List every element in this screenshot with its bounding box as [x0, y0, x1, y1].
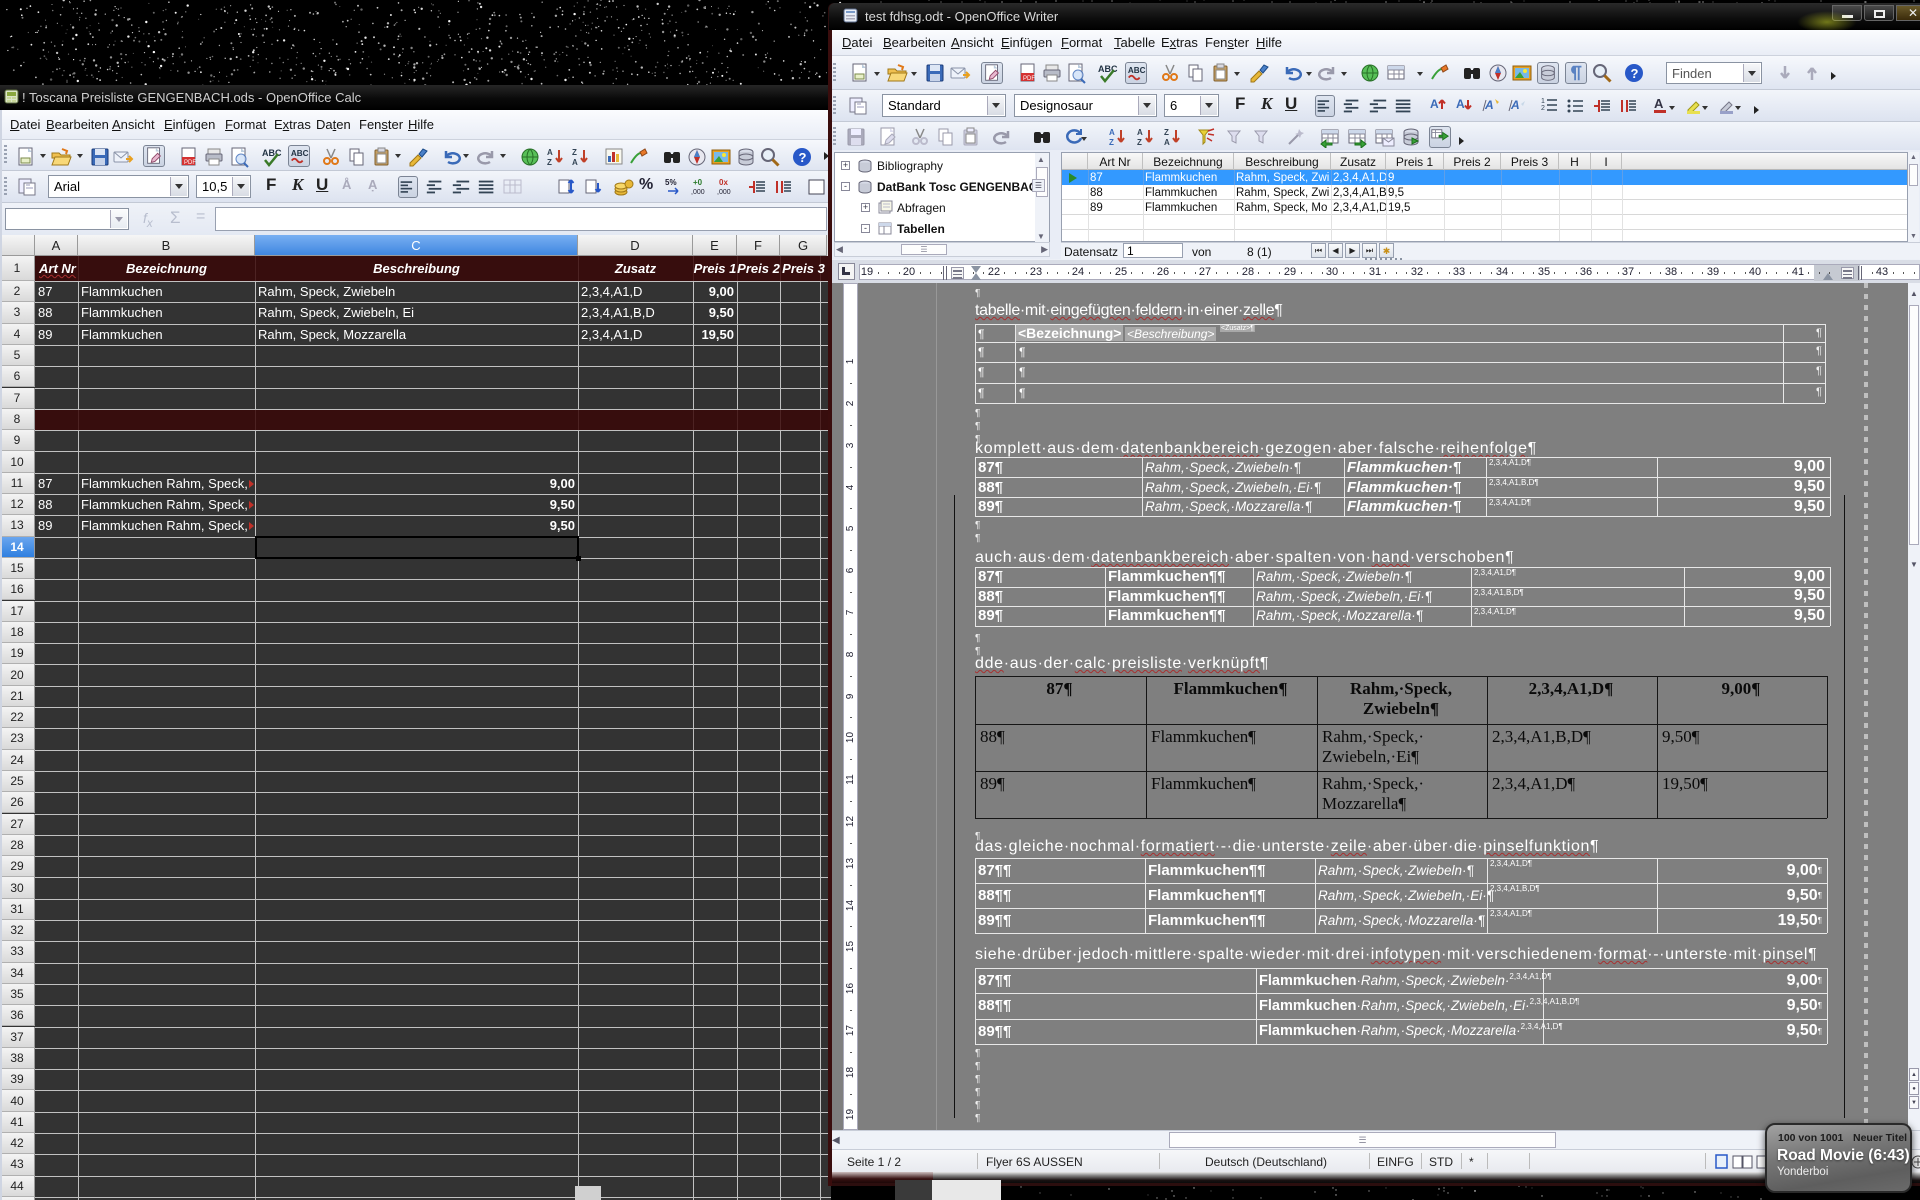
svg-text:0x: 0x: [719, 178, 728, 187]
svg-text:ABC: ABC: [291, 149, 309, 158]
svg-text:A: A: [1137, 128, 1143, 137]
svg-text:A: A: [547, 148, 553, 157]
svg-text:2: 2: [1541, 105, 1545, 112]
svg-text:Z: Z: [572, 148, 577, 157]
svg-text:PDF: PDF: [1023, 76, 1035, 82]
svg-text:?: ?: [799, 150, 807, 165]
svg-text:Z: Z: [1164, 128, 1169, 137]
svg-text:A: A: [572, 158, 578, 167]
svg-text:5%: 5%: [665, 178, 677, 187]
svg-text:A: A: [1456, 97, 1465, 111]
svg-text:ABC: ABC: [262, 148, 282, 158]
svg-text:A: A: [1430, 97, 1439, 111]
svg-text:A: A: [1510, 98, 1520, 112]
svg-text:+0: +0: [693, 178, 703, 187]
svg-text:ABC: ABC: [1128, 66, 1146, 75]
svg-text:A: A: [1654, 96, 1664, 111]
svg-text:Z: Z: [547, 158, 552, 167]
svg-text:,000: ,000: [717, 189, 731, 196]
svg-text:A: A: [1164, 138, 1170, 147]
svg-text:A: A: [1484, 98, 1494, 112]
svg-text:ABC: ABC: [1098, 64, 1118, 74]
svg-text:,000: ,000: [691, 189, 705, 196]
svg-text:?: ?: [1631, 66, 1639, 81]
svg-text:Z: Z: [1137, 138, 1142, 147]
svg-text:A: A: [1109, 128, 1115, 137]
svg-text:PDF: PDF: [184, 160, 196, 166]
svg-text:Z: Z: [1109, 138, 1114, 147]
svg-text:1: 1: [1541, 98, 1545, 105]
